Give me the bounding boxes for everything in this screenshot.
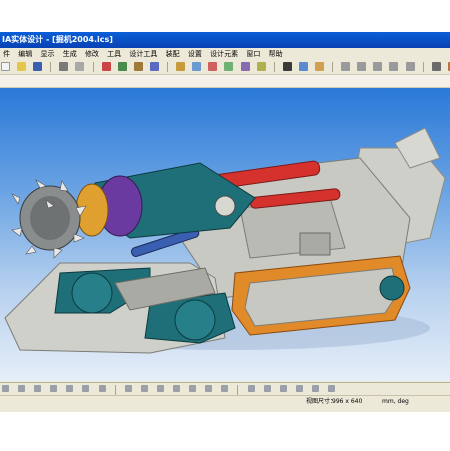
new-file-icon[interactable] bbox=[1, 62, 10, 71]
secondary-toolbar bbox=[0, 75, 450, 88]
pointer-icon[interactable] bbox=[282, 62, 292, 71]
save-icon[interactable] bbox=[33, 62, 43, 71]
boom-pivot bbox=[214, 195, 236, 217]
toolbar-separator bbox=[167, 62, 169, 72]
control-box bbox=[299, 232, 331, 256]
menu-tools[interactable]: 工具 bbox=[104, 48, 124, 60]
measure-icon[interactable] bbox=[256, 62, 266, 71]
menu-design-tools[interactable]: 设计工具 bbox=[126, 48, 160, 60]
menu-generate[interactable]: 生成 bbox=[60, 48, 80, 60]
bottom-toolbar bbox=[0, 382, 450, 395]
view-right-icon[interactable] bbox=[50, 385, 58, 392]
toolbar-separator bbox=[114, 385, 116, 395]
application-window: IA实体设计 - [掘机2004.ics] 件 编辑 显示 生成 修改 工具 设… bbox=[0, 32, 450, 412]
view-top-icon[interactable] bbox=[66, 385, 74, 392]
3d-viewport[interactable] bbox=[0, 88, 450, 381]
undo-icon[interactable] bbox=[75, 62, 85, 71]
drive-sprocket bbox=[379, 275, 405, 301]
rotate-icon[interactable] bbox=[208, 62, 218, 71]
cut-icon[interactable] bbox=[101, 62, 111, 71]
toolbar-separator bbox=[92, 62, 94, 72]
view-left-icon[interactable] bbox=[34, 385, 42, 392]
menu-file[interactable]: 件 bbox=[0, 48, 13, 60]
wireframe-icon[interactable] bbox=[156, 385, 164, 392]
menu-assembly[interactable]: 装配 bbox=[163, 48, 183, 60]
menu-edit[interactable]: 编辑 bbox=[15, 48, 35, 60]
gathering-disc-left bbox=[71, 272, 113, 314]
dimension-icon[interactable] bbox=[205, 385, 213, 392]
snap-icon[interactable] bbox=[124, 385, 132, 392]
section-icon[interactable] bbox=[189, 385, 197, 392]
toolbar-separator bbox=[422, 62, 424, 72]
mate-icon[interactable] bbox=[263, 385, 271, 392]
main-toolbar bbox=[0, 60, 450, 75]
toolbar-separator bbox=[50, 62, 52, 72]
toolbar-separator bbox=[237, 385, 239, 395]
window-title: IA实体设计 - [掘机2004.ics] bbox=[2, 35, 113, 44]
title-bar: IA实体设计 - [掘机2004.ics] bbox=[0, 32, 450, 48]
print-icon[interactable] bbox=[59, 62, 69, 71]
menu-bar: 件 编辑 显示 生成 修改 工具 设计工具 装配 设置 设计元素 窗口 帮助 bbox=[0, 48, 450, 60]
angle-icon[interactable] bbox=[327, 385, 335, 392]
light-icon[interactable] bbox=[298, 62, 308, 71]
constraint-icon[interactable] bbox=[221, 385, 229, 392]
distance-icon[interactable] bbox=[311, 385, 319, 392]
select-icon[interactable] bbox=[176, 62, 186, 71]
roadheader-model bbox=[4, 127, 446, 354]
move-icon[interactable] bbox=[192, 62, 202, 71]
camera-icon[interactable] bbox=[314, 62, 324, 71]
view-iso-icon[interactable] bbox=[98, 385, 106, 392]
scale-icon[interactable] bbox=[224, 62, 234, 71]
tri-ball-icon[interactable] bbox=[240, 62, 250, 71]
parallel-icon[interactable] bbox=[295, 385, 303, 392]
delete-icon[interactable] bbox=[149, 62, 159, 71]
menu-help[interactable]: 帮助 bbox=[266, 48, 286, 60]
zoom-out-icon[interactable] bbox=[357, 62, 367, 71]
toolbar-separator bbox=[273, 62, 275, 72]
copy-icon[interactable] bbox=[117, 62, 127, 71]
menu-window[interactable]: 窗口 bbox=[243, 48, 263, 60]
menu-design-elements[interactable]: 设计元素 bbox=[207, 48, 241, 60]
zoom-in-icon[interactable] bbox=[341, 62, 351, 71]
paste-icon[interactable] bbox=[133, 62, 143, 71]
view-back-icon[interactable] bbox=[18, 385, 26, 392]
view-front-icon[interactable] bbox=[2, 385, 9, 392]
orbit-icon[interactable] bbox=[389, 62, 399, 71]
menu-view[interactable]: 显示 bbox=[37, 48, 57, 60]
menu-modify[interactable]: 修改 bbox=[82, 48, 102, 60]
render-icon[interactable] bbox=[431, 62, 441, 71]
pan-icon[interactable] bbox=[373, 62, 383, 71]
gathering-disc-right bbox=[174, 299, 216, 341]
status-bar: 视图尺寸： 996 x 640 mm, deg bbox=[0, 395, 450, 407]
view-bottom-icon[interactable] bbox=[82, 385, 90, 392]
view-size-unit: mm, deg bbox=[382, 398, 409, 405]
align-icon[interactable] bbox=[247, 385, 255, 392]
fit-view-icon[interactable] bbox=[405, 62, 415, 71]
cutter-head-core bbox=[30, 196, 70, 240]
shaded-icon[interactable] bbox=[173, 385, 181, 392]
toolbar-separator bbox=[332, 62, 334, 72]
open-folder-icon[interactable] bbox=[17, 62, 27, 71]
tangent-icon[interactable] bbox=[279, 385, 287, 392]
view-size-value: 996 x 640 bbox=[332, 398, 363, 405]
menu-settings[interactable]: 设置 bbox=[185, 48, 205, 60]
grid-icon[interactable] bbox=[140, 385, 148, 392]
